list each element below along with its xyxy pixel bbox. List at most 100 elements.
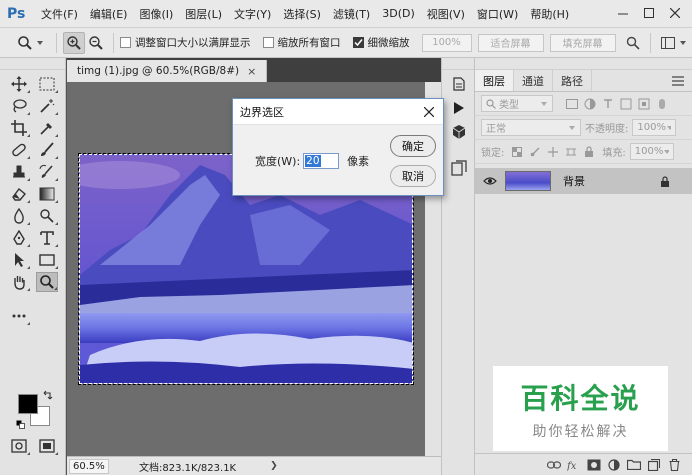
layer-name[interactable]: 背景 — [563, 173, 585, 189]
filter-smart-object-button[interactable] — [635, 95, 653, 113]
menu-edit[interactable]: 编辑(E) — [90, 6, 128, 22]
menu-help[interactable]: 帮助(H) — [530, 6, 569, 22]
lasso-tool[interactable] — [8, 96, 30, 116]
dialog-titlebar[interactable]: 边界选区 — [233, 99, 443, 125]
filter-type-button[interactable] — [599, 95, 617, 113]
lock-transparent-button[interactable] — [508, 143, 526, 161]
dodge-tool[interactable] — [36, 206, 58, 226]
rectangle-tool[interactable] — [36, 250, 58, 270]
menu-filter[interactable]: 滤镜(T) — [333, 6, 370, 22]
resize-windows-checkbox[interactable]: 调整窗口大小以满屏显示 — [120, 35, 251, 50]
checkbox-unchecked[interactable] — [120, 37, 131, 48]
clone-stamp-tool[interactable] — [8, 162, 30, 182]
link-layers-button[interactable] — [544, 456, 564, 474]
status-menu-arrow[interactable]: ❯ — [270, 461, 278, 471]
edit-toolbar-button[interactable] — [8, 306, 30, 326]
history-brush-tool[interactable] — [36, 162, 58, 182]
add-mask-button[interactable] — [584, 456, 604, 474]
new-layer-button[interactable] — [644, 456, 664, 474]
workspace-button[interactable] — [657, 32, 679, 54]
lock-position-button[interactable] — [544, 143, 562, 161]
healing-brush-tool[interactable] — [8, 140, 30, 160]
width-input[interactable]: 20 — [303, 153, 340, 169]
menu-image[interactable]: 图像(I) — [139, 6, 173, 22]
blend-mode-select[interactable]: 正常 — [481, 119, 581, 136]
lock-all-button[interactable] — [580, 143, 598, 161]
marquee-tool[interactable] — [36, 74, 58, 94]
eyedropper-tool[interactable] — [36, 118, 58, 138]
gradient-tool[interactable] — [36, 184, 58, 204]
menu-layer[interactable]: 图层(L) — [185, 6, 222, 22]
type-tool[interactable] — [36, 228, 58, 248]
dialog-close-button[interactable] — [421, 104, 437, 120]
move-tool[interactable] — [8, 74, 30, 94]
fill-screen-button[interactable]: 填充屏幕 — [549, 33, 616, 52]
layer-thumbnail[interactable] — [505, 171, 551, 191]
menu-file[interactable]: 文件(F) — [41, 6, 78, 22]
eye-icon[interactable] — [483, 176, 497, 186]
search-button[interactable] — [622, 32, 644, 54]
menu-window[interactable]: 窗口(W) — [477, 6, 518, 22]
filter-shape-button[interactable] — [617, 95, 635, 113]
cancel-button[interactable]: 取消 — [390, 165, 436, 187]
3d-panel-button[interactable] — [448, 122, 470, 142]
document-tab[interactable]: timg (1).jpg @ 60.5%(RGB/8#) × — [67, 60, 268, 82]
zoom-out-button[interactable] — [85, 32, 107, 54]
checkbox-checked[interactable] — [352, 37, 364, 48]
eraser-tool[interactable] — [8, 184, 30, 204]
delete-layer-button[interactable] — [664, 456, 684, 474]
filter-adjustment-button[interactable] — [581, 95, 599, 113]
filter-toggle-button[interactable] — [653, 95, 671, 113]
ok-button[interactable]: 确定 — [390, 135, 436, 157]
foreground-color-swatch[interactable] — [18, 394, 38, 414]
magic-wand-tool[interactable] — [36, 96, 58, 116]
opacity-field[interactable]: 100% — [632, 119, 677, 136]
menu-3d[interactable]: 3D(D) — [382, 7, 415, 20]
brush-tool[interactable] — [36, 140, 58, 160]
zoom-all-windows-checkbox[interactable]: 缩放所有窗口 — [262, 35, 341, 50]
properties-panel-button[interactable] — [448, 158, 470, 178]
menu-select[interactable]: 选择(S) — [283, 6, 321, 22]
path-selection-tool[interactable] — [8, 250, 30, 270]
fill-field[interactable]: 100% — [629, 143, 674, 160]
layer-row-background[interactable]: 背景 — [475, 168, 692, 194]
layer-kind-filter[interactable]: 类型 — [481, 95, 553, 112]
minimize-button[interactable] — [610, 3, 636, 23]
lock-pixels-button[interactable] — [526, 143, 544, 161]
hand-tool[interactable] — [8, 272, 30, 292]
fit-screen-button[interactable]: 适合屏幕 — [477, 33, 544, 52]
adjustment-layer-button[interactable] — [604, 456, 624, 474]
close-window-button[interactable] — [662, 3, 688, 23]
pen-tool[interactable] — [8, 228, 30, 248]
checkbox-unchecked[interactable] — [262, 37, 274, 48]
scrubby-zoom-checkbox[interactable]: 细微缩放 — [352, 35, 410, 50]
zoom-value-field[interactable]: 100% — [421, 33, 472, 52]
quick-mask-button[interactable] — [8, 436, 30, 456]
panel-grip[interactable] — [0, 58, 65, 70]
layer-style-button[interactable]: fx — [564, 456, 584, 474]
swap-colors-icon[interactable] — [43, 390, 53, 400]
new-group-button[interactable] — [624, 456, 644, 474]
tab-channels[interactable]: 通道 — [514, 70, 553, 91]
menu-view[interactable]: 视图(V) — [427, 6, 465, 22]
zoom-level-field[interactable]: 60.5% — [69, 458, 109, 474]
tab-paths[interactable]: 路径 — [553, 70, 592, 91]
panel-grip[interactable] — [442, 58, 474, 70]
default-colors-icon[interactable] — [16, 420, 25, 429]
menu-type[interactable]: 文字(Y) — [234, 6, 271, 22]
tab-layers[interactable]: 图层 — [475, 70, 514, 91]
lock-artboard-button[interactable] — [562, 143, 580, 161]
maximize-button[interactable] — [636, 3, 662, 23]
zoom-in-button[interactable] — [63, 31, 85, 54]
panel-grip[interactable] — [475, 58, 692, 70]
actions-panel-button[interactable] — [448, 98, 470, 118]
panel-menu-button[interactable] — [672, 70, 684, 91]
filter-pixel-button[interactable] — [563, 95, 581, 113]
screen-mode-button[interactable] — [36, 436, 58, 456]
blur-tool[interactable] — [8, 206, 30, 226]
history-panel-button[interactable] — [448, 74, 470, 94]
crop-tool[interactable] — [8, 118, 30, 138]
zoom-tool-preset[interactable] — [14, 32, 36, 54]
zoom-tool[interactable] — [36, 272, 58, 292]
close-tab-icon[interactable]: × — [247, 65, 256, 78]
